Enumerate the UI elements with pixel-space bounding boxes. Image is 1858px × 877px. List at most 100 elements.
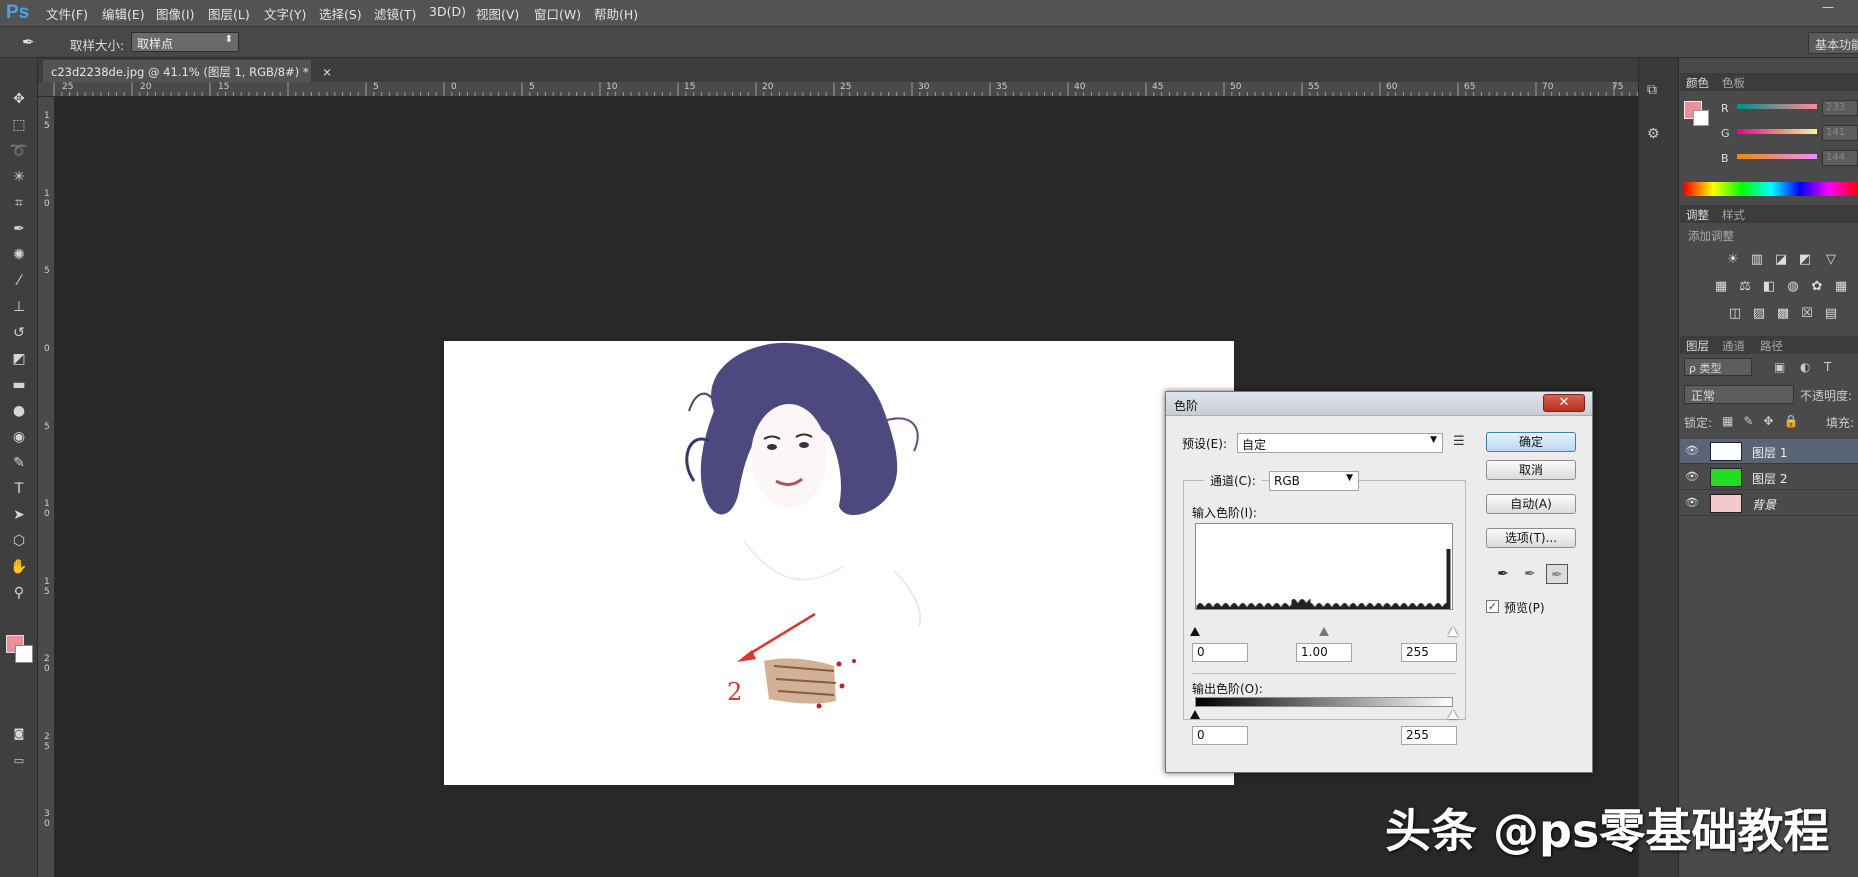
channel-value: RGB xyxy=(1274,474,1300,488)
color-bg-swatch[interactable] xyxy=(1693,110,1709,126)
divider xyxy=(1192,673,1456,674)
tab-styles[interactable]: 样式 xyxy=(1722,207,1745,223)
preview-checkbox[interactable]: ✓ xyxy=(1486,600,1499,613)
output-white-field[interactable]: 255 xyxy=(1401,726,1457,745)
input-gamma-slider[interactable] xyxy=(1319,627,1329,636)
channel-label: 通道(C): xyxy=(1204,472,1262,489)
black-white-icon[interactable]: ◧ xyxy=(1760,279,1778,295)
input-black-slider[interactable] xyxy=(1190,627,1200,636)
chevron-down-icon: ▼ xyxy=(1430,435,1437,445)
layer-row[interactable]: 👁 图层 2 xyxy=(1680,465,1858,490)
b-value[interactable]: 144 xyxy=(1822,150,1858,166)
opacity-label: 不透明度: xyxy=(1800,389,1853,403)
layer-name[interactable]: 图层 2 xyxy=(1752,470,1787,487)
add-adjustment-label: 添加调整 xyxy=(1688,229,1734,243)
selective-color-icon[interactable]: ▤ xyxy=(1822,306,1840,322)
tab-swatches[interactable]: 色板 xyxy=(1722,75,1745,91)
tab-color[interactable]: 颜色 xyxy=(1686,75,1709,91)
preset-label: 预设(E): xyxy=(1182,437,1227,451)
output-gradient xyxy=(1195,697,1453,707)
color-spectrum-bar[interactable] xyxy=(1684,182,1858,196)
brightness-icon[interactable]: ☀ xyxy=(1724,252,1742,268)
layer-kind-filter[interactable]: ρ 类型 xyxy=(1684,358,1752,376)
vibrance-icon[interactable]: ▽ xyxy=(1822,252,1840,268)
dialog-title-bar[interactable] xyxy=(1166,392,1592,416)
gray-eyedropper-icon[interactable]: ✒ xyxy=(1519,564,1541,584)
visibility-eye-icon[interactable]: 👁 xyxy=(1685,444,1699,457)
tab-layers[interactable]: 图层 xyxy=(1686,338,1709,354)
watermark-text: 头条 @ps零基础教程 xyxy=(1385,804,1830,858)
channel-mixer-icon[interactable]: ✿ xyxy=(1808,279,1826,295)
filter-image-icon[interactable]: ▣ xyxy=(1774,360,1785,374)
fill-label: 填充: xyxy=(1826,416,1855,430)
properties-panel-icon[interactable]: ⚙ xyxy=(1647,126,1660,142)
lock-icons[interactable]: ▦✎✥🔒 xyxy=(1722,414,1808,428)
levels-icon[interactable]: ▥ xyxy=(1748,252,1766,268)
arrow-2-line xyxy=(745,612,816,658)
filter-adjust-icon[interactable]: ◐ xyxy=(1800,360,1810,374)
preview-label: 预览(P) xyxy=(1504,601,1545,615)
auto-button[interactable]: 自动(A) xyxy=(1486,494,1576,514)
layer-thumbnail xyxy=(1710,468,1742,487)
g-value[interactable]: 141 xyxy=(1822,125,1858,141)
input-white-slider[interactable] xyxy=(1448,627,1458,636)
tab-adjustments[interactable]: 调整 xyxy=(1686,207,1709,223)
curves-icon[interactable]: ◪ xyxy=(1772,252,1790,268)
input-black-field[interactable]: 0 xyxy=(1192,643,1248,662)
b-slider[interactable] xyxy=(1737,154,1817,159)
ok-button[interactable]: 确定 xyxy=(1486,432,1576,452)
r-value[interactable]: 233 xyxy=(1822,100,1858,116)
threshold-icon[interactable]: ▩ xyxy=(1774,306,1792,322)
layer-thumbnail xyxy=(1710,442,1742,461)
photo-filter-icon[interactable]: ◍ xyxy=(1784,279,1802,295)
filter-type-icon[interactable]: T xyxy=(1824,360,1831,374)
layer-row[interactable]: 👁 图层 1 xyxy=(1680,439,1858,464)
tab-paths[interactable]: 路径 xyxy=(1760,338,1783,354)
panel-collapse-strip: ⧉ ⚙ xyxy=(1638,58,1678,877)
posterize-icon[interactable]: ▨ xyxy=(1750,306,1768,322)
channel-select[interactable]: RGB ▼ xyxy=(1269,471,1359,491)
output-levels-label: 输出色阶(O): xyxy=(1192,682,1263,696)
preset-options-icon[interactable]: ☰ xyxy=(1453,434,1465,449)
levels-dialog: 色阶 ✕ 预设(E): 自定 ▼ ☰ 通道(C): RGB ▼ 输入色阶(I):… xyxy=(1165,391,1593,773)
invert-icon[interactable]: ◫ xyxy=(1726,306,1744,322)
options-button[interactable]: 选项(T)... xyxy=(1486,528,1576,548)
g-slider[interactable] xyxy=(1737,129,1817,134)
preset-value: 自定 xyxy=(1242,438,1267,452)
lock-label: 锁定: xyxy=(1684,416,1713,430)
chevron-down-icon: ▼ xyxy=(1346,473,1353,483)
visibility-eye-icon[interactable]: 👁 xyxy=(1685,496,1699,509)
layer-row[interactable]: 👁 背景 xyxy=(1680,491,1858,516)
gradient-map-icon[interactable]: ☒ xyxy=(1798,306,1816,322)
white-eyedropper-icon[interactable]: ✒ xyxy=(1546,564,1568,584)
layer-name[interactable]: 背景 xyxy=(1752,496,1776,513)
history-panel-icon[interactable]: ⧉ xyxy=(1647,82,1657,98)
layer-thumbnail xyxy=(1710,494,1742,513)
hue-saturation-icon[interactable]: ▦ xyxy=(1712,279,1730,295)
r-slider[interactable] xyxy=(1737,104,1817,109)
g-label: G xyxy=(1721,127,1730,140)
output-black-slider[interactable] xyxy=(1190,710,1200,719)
output-white-slider[interactable] xyxy=(1448,710,1458,719)
histogram xyxy=(1195,523,1453,610)
visibility-eye-icon[interactable]: 👁 xyxy=(1685,470,1699,483)
exposure-icon[interactable]: ◩ xyxy=(1796,252,1814,268)
blend-mode-select[interactable]: 正常 xyxy=(1684,385,1794,404)
annotation-label-2: 2 xyxy=(727,678,743,706)
input-white-field[interactable]: 255 xyxy=(1401,643,1457,662)
r-label: R xyxy=(1721,102,1729,115)
histogram-graph xyxy=(1196,549,1451,609)
input-levels-label: 输入色阶(I): xyxy=(1192,506,1257,520)
dialog-close-button[interactable]: ✕ xyxy=(1543,394,1585,412)
tab-channels[interactable]: 通道 xyxy=(1722,338,1745,354)
color-balance-icon[interactable]: ⚖ xyxy=(1736,279,1754,295)
cancel-button[interactable]: 取消 xyxy=(1486,460,1576,480)
dialog-title: 色阶 xyxy=(1174,399,1199,413)
layer-name[interactable]: 图层 1 xyxy=(1752,444,1787,461)
color-lookup-icon[interactable]: ▦ xyxy=(1832,279,1850,295)
input-gamma-field[interactable]: 1.00 xyxy=(1296,643,1352,662)
b-label: B xyxy=(1721,152,1729,165)
preset-select[interactable]: 自定 ▼ xyxy=(1237,433,1443,453)
output-black-field[interactable]: 0 xyxy=(1192,726,1248,745)
black-eyedropper-icon[interactable]: ✒ xyxy=(1492,564,1514,584)
